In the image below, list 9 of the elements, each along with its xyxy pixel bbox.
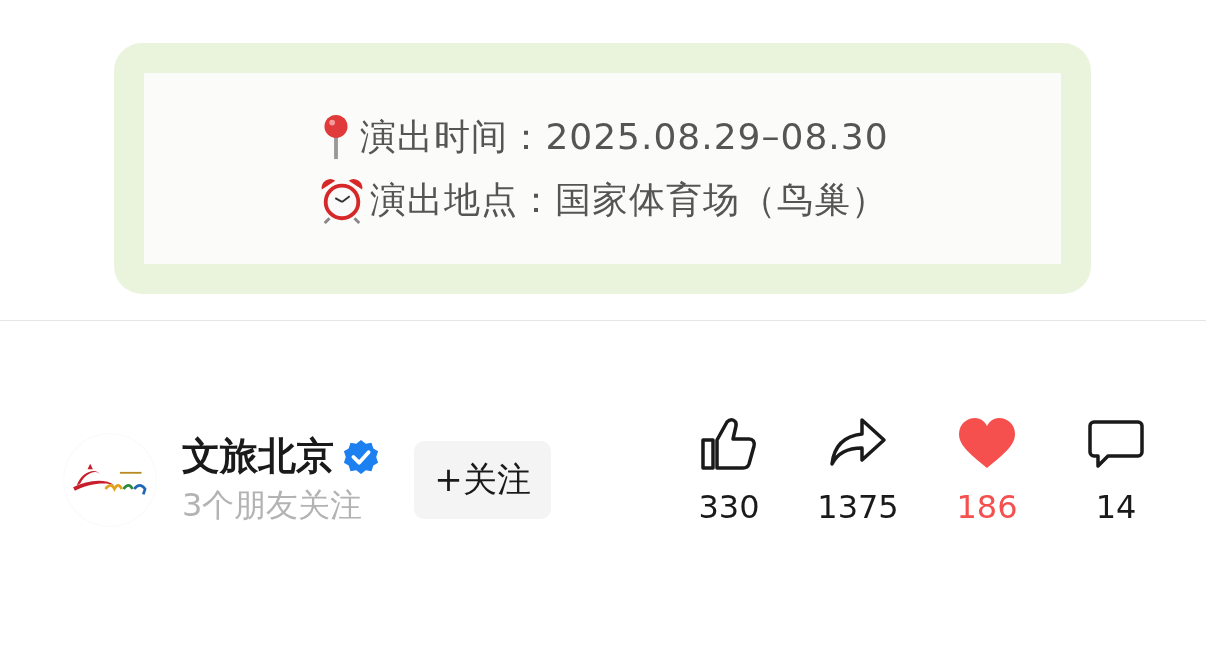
- author-name[interactable]: 文旅北京: [182, 431, 334, 482]
- event-info-text: 演出地点：国家体育场（鸟巢）: [369, 177, 888, 222]
- follow-button[interactable]: +关注: [414, 440, 551, 519]
- friends-follow-count: 3个朋友关注: [182, 485, 364, 526]
- action-count: 186: [956, 487, 1018, 526]
- event-info-text: 演出时间：2025.08.29–08.30: [360, 114, 889, 159]
- action-count: 14: [1095, 487, 1137, 526]
- action-count: 1375: [817, 487, 899, 526]
- action-count: 330: [698, 487, 760, 526]
